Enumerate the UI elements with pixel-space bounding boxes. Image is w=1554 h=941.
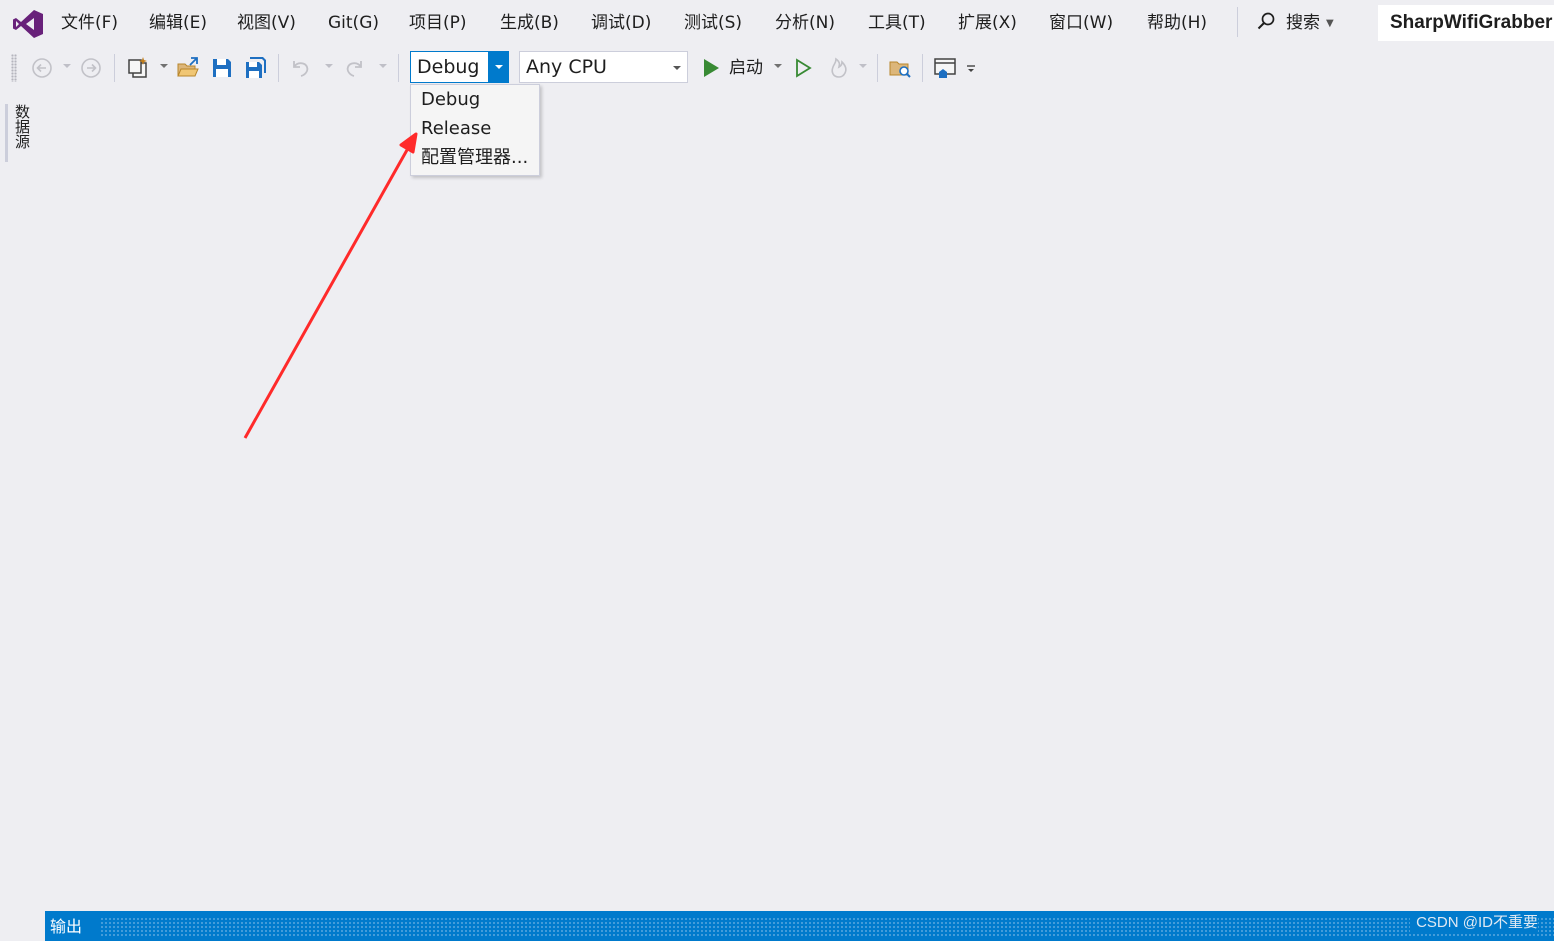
search-button[interactable]: 搜索 ▼: [1256, 10, 1334, 36]
start-without-debugging-icon[interactable]: [791, 56, 815, 80]
dropdown-option-configuration-manager[interactable]: 配置管理器...: [421, 145, 528, 171]
annotation-arrow: [243, 132, 418, 439]
browser-link-icon[interactable]: [933, 56, 957, 80]
toolbar-separator: [922, 54, 923, 82]
menu-extensions[interactable]: 扩展(X): [958, 10, 1017, 36]
toolbar-separator: [114, 54, 115, 82]
redo-icon[interactable]: [343, 56, 367, 80]
output-tab-label: 输出: [50, 917, 83, 936]
standard-toolbar: Debug Any CPU 启动: [0, 46, 1554, 90]
toolbar-separator: [398, 54, 399, 82]
hot-reload-icon[interactable]: [827, 56, 851, 80]
menu-edit[interactable]: 编辑(E): [149, 10, 207, 36]
menu-project[interactable]: 项目(P): [409, 10, 467, 36]
start-button[interactable]: 启动: [729, 55, 763, 81]
search-icon: [1257, 12, 1275, 30]
configuration-value: Debug: [417, 56, 480, 78]
undo-dropdown-icon[interactable]: [325, 64, 333, 68]
watermark: CSDN @ID不重要: [1410, 913, 1538, 933]
back-dropdown-icon[interactable]: [63, 64, 71, 68]
hot-reload-dropdown-icon[interactable]: [859, 64, 867, 68]
solution-name: SharpWifiGrabber: [1378, 5, 1554, 41]
search-label: 搜索: [1286, 13, 1320, 33]
new-project-icon[interactable]: [126, 56, 150, 80]
solution-platform-combo[interactable]: Any CPU: [519, 51, 688, 83]
menu-file[interactable]: 文件(F): [61, 10, 118, 36]
output-panel-tab[interactable]: 输出 CSDN @ID不重要: [45, 911, 1554, 941]
save-all-icon[interactable]: [244, 56, 268, 80]
undo-icon[interactable]: [288, 56, 312, 80]
chevron-down-icon: ▼: [1326, 18, 1334, 29]
menu-window[interactable]: 窗口(W): [1049, 10, 1113, 36]
vs-logo-icon[interactable]: [12, 9, 44, 39]
solution-explorer-icon[interactable]: [888, 56, 912, 80]
side-tab-data-sources[interactable]: 数据源: [5, 104, 33, 162]
toolbar-overflow-icon[interactable]: [964, 60, 978, 74]
toolbar-grip[interactable]: [11, 54, 17, 82]
platform-value: Any CPU: [526, 56, 607, 78]
chevron-down-icon[interactable]: [488, 51, 509, 83]
menu-view[interactable]: 视图(V): [237, 10, 296, 36]
chevron-down-icon[interactable]: [673, 66, 681, 70]
menu-debug[interactable]: 调试(D): [591, 10, 651, 36]
menu-help[interactable]: 帮助(H): [1147, 10, 1207, 36]
menu-test[interactable]: 测试(S): [684, 10, 742, 36]
menu-tools[interactable]: 工具(T): [868, 10, 926, 36]
forward-icon[interactable]: [79, 56, 103, 80]
new-project-dropdown-icon[interactable]: [160, 64, 168, 68]
open-folder-icon[interactable]: [176, 56, 200, 80]
dropdown-option-release[interactable]: Release: [421, 116, 491, 142]
panel-grip: [100, 917, 1554, 937]
menu-separator: [1237, 7, 1238, 37]
menu-bar: 文件(F) 编辑(E) 视图(V) Git(G) 项目(P) 生成(B) 调试(…: [0, 0, 1554, 46]
menu-analyze[interactable]: 分析(N): [775, 10, 835, 36]
dropdown-option-debug[interactable]: Debug: [421, 87, 480, 113]
start-icon[interactable]: [699, 56, 723, 80]
save-icon[interactable]: [210, 56, 234, 80]
toolbar-separator: [877, 54, 878, 82]
start-dropdown-icon[interactable]: [774, 64, 782, 68]
solution-configuration-combo[interactable]: Debug: [410, 51, 509, 83]
redo-dropdown-icon[interactable]: [379, 64, 387, 68]
toolbar-separator: [278, 54, 279, 82]
menu-build[interactable]: 生成(B): [500, 10, 559, 36]
configuration-dropdown-list: Debug Release 配置管理器...: [410, 84, 540, 176]
menu-git[interactable]: Git(G): [328, 10, 379, 36]
back-icon[interactable]: [30, 56, 54, 80]
